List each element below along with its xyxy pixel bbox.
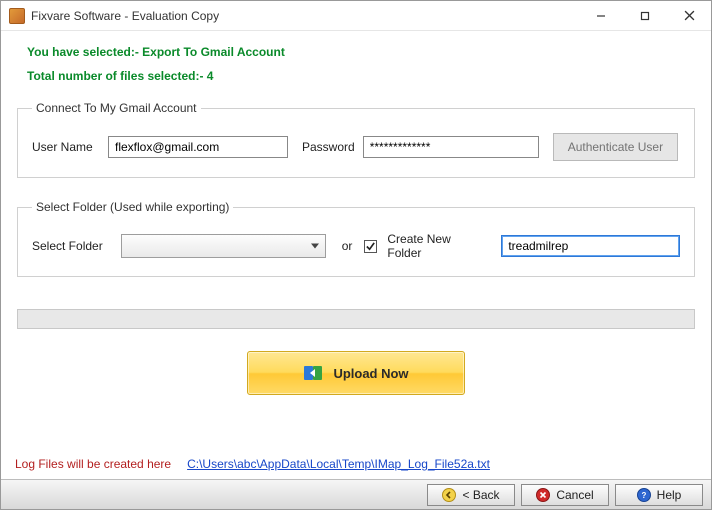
- password-input[interactable]: [363, 136, 539, 158]
- log-label: Log Files will be created here: [15, 457, 171, 471]
- group-connect-legend: Connect To My Gmail Account: [32, 101, 201, 115]
- log-path-link[interactable]: C:\Users\abc\AppData\Local\Temp\IMap_Log…: [187, 457, 490, 471]
- upload-wrap: Upload Now: [7, 351, 705, 395]
- maximize-icon: [640, 11, 650, 21]
- username-input[interactable]: [108, 136, 288, 158]
- back-button[interactable]: < Back: [427, 484, 515, 506]
- new-folder-name-input[interactable]: [501, 235, 680, 257]
- select-folder-dropdown[interactable]: [121, 234, 325, 258]
- upload-now-label: Upload Now: [333, 366, 408, 381]
- username-label: User Name: [32, 140, 100, 154]
- group-select-folder-legend: Select Folder (Used while exporting): [32, 200, 233, 214]
- help-button[interactable]: ? Help: [615, 484, 703, 506]
- help-button-label: Help: [657, 488, 682, 502]
- create-folder-label: Create New Folder: [387, 232, 487, 260]
- back-button-label: < Back: [462, 488, 499, 502]
- maximize-button[interactable]: [623, 1, 667, 30]
- app-icon: [9, 8, 25, 24]
- cancel-button-label: Cancel: [556, 488, 593, 502]
- authenticate-button[interactable]: Authenticate User: [553, 133, 678, 161]
- bottom-button-bar: < Back Cancel ? Help: [1, 479, 711, 509]
- progress-bar: [17, 309, 695, 329]
- help-icon: ?: [637, 488, 651, 502]
- total-files-line: Total number of files selected:- 4: [27, 69, 705, 83]
- chevron-down-icon: [311, 244, 319, 249]
- minimize-icon: [596, 11, 606, 21]
- check-icon: [365, 241, 376, 252]
- select-folder-label: Select Folder: [32, 239, 113, 253]
- back-arrow-icon: [442, 488, 456, 502]
- create-folder-checkbox[interactable]: [364, 240, 377, 253]
- selected-export-line: You have selected:- Export To Gmail Acco…: [27, 45, 705, 59]
- window-controls: [579, 1, 711, 30]
- password-label: Password: [302, 140, 355, 154]
- close-icon: [684, 10, 695, 21]
- svg-text:?: ?: [641, 491, 646, 500]
- group-select-folder: Select Folder (Used while exporting) Sel…: [17, 200, 695, 277]
- log-line: Log Files will be created here C:\Users\…: [15, 457, 697, 471]
- title-bar: Fixvare Software - Evaluation Copy: [1, 1, 711, 31]
- cancel-icon: [536, 488, 550, 502]
- or-label: or: [342, 239, 353, 253]
- main-content: You have selected:- Export To Gmail Acco…: [1, 31, 711, 479]
- close-button[interactable]: [667, 1, 711, 30]
- upload-now-button[interactable]: Upload Now: [247, 351, 465, 395]
- window-title: Fixvare Software - Evaluation Copy: [31, 8, 579, 23]
- cancel-button[interactable]: Cancel: [521, 484, 609, 506]
- group-connect-gmail: Connect To My Gmail Account User Name Pa…: [17, 101, 695, 178]
- upload-icon: [303, 363, 323, 383]
- minimize-button[interactable]: [579, 1, 623, 30]
